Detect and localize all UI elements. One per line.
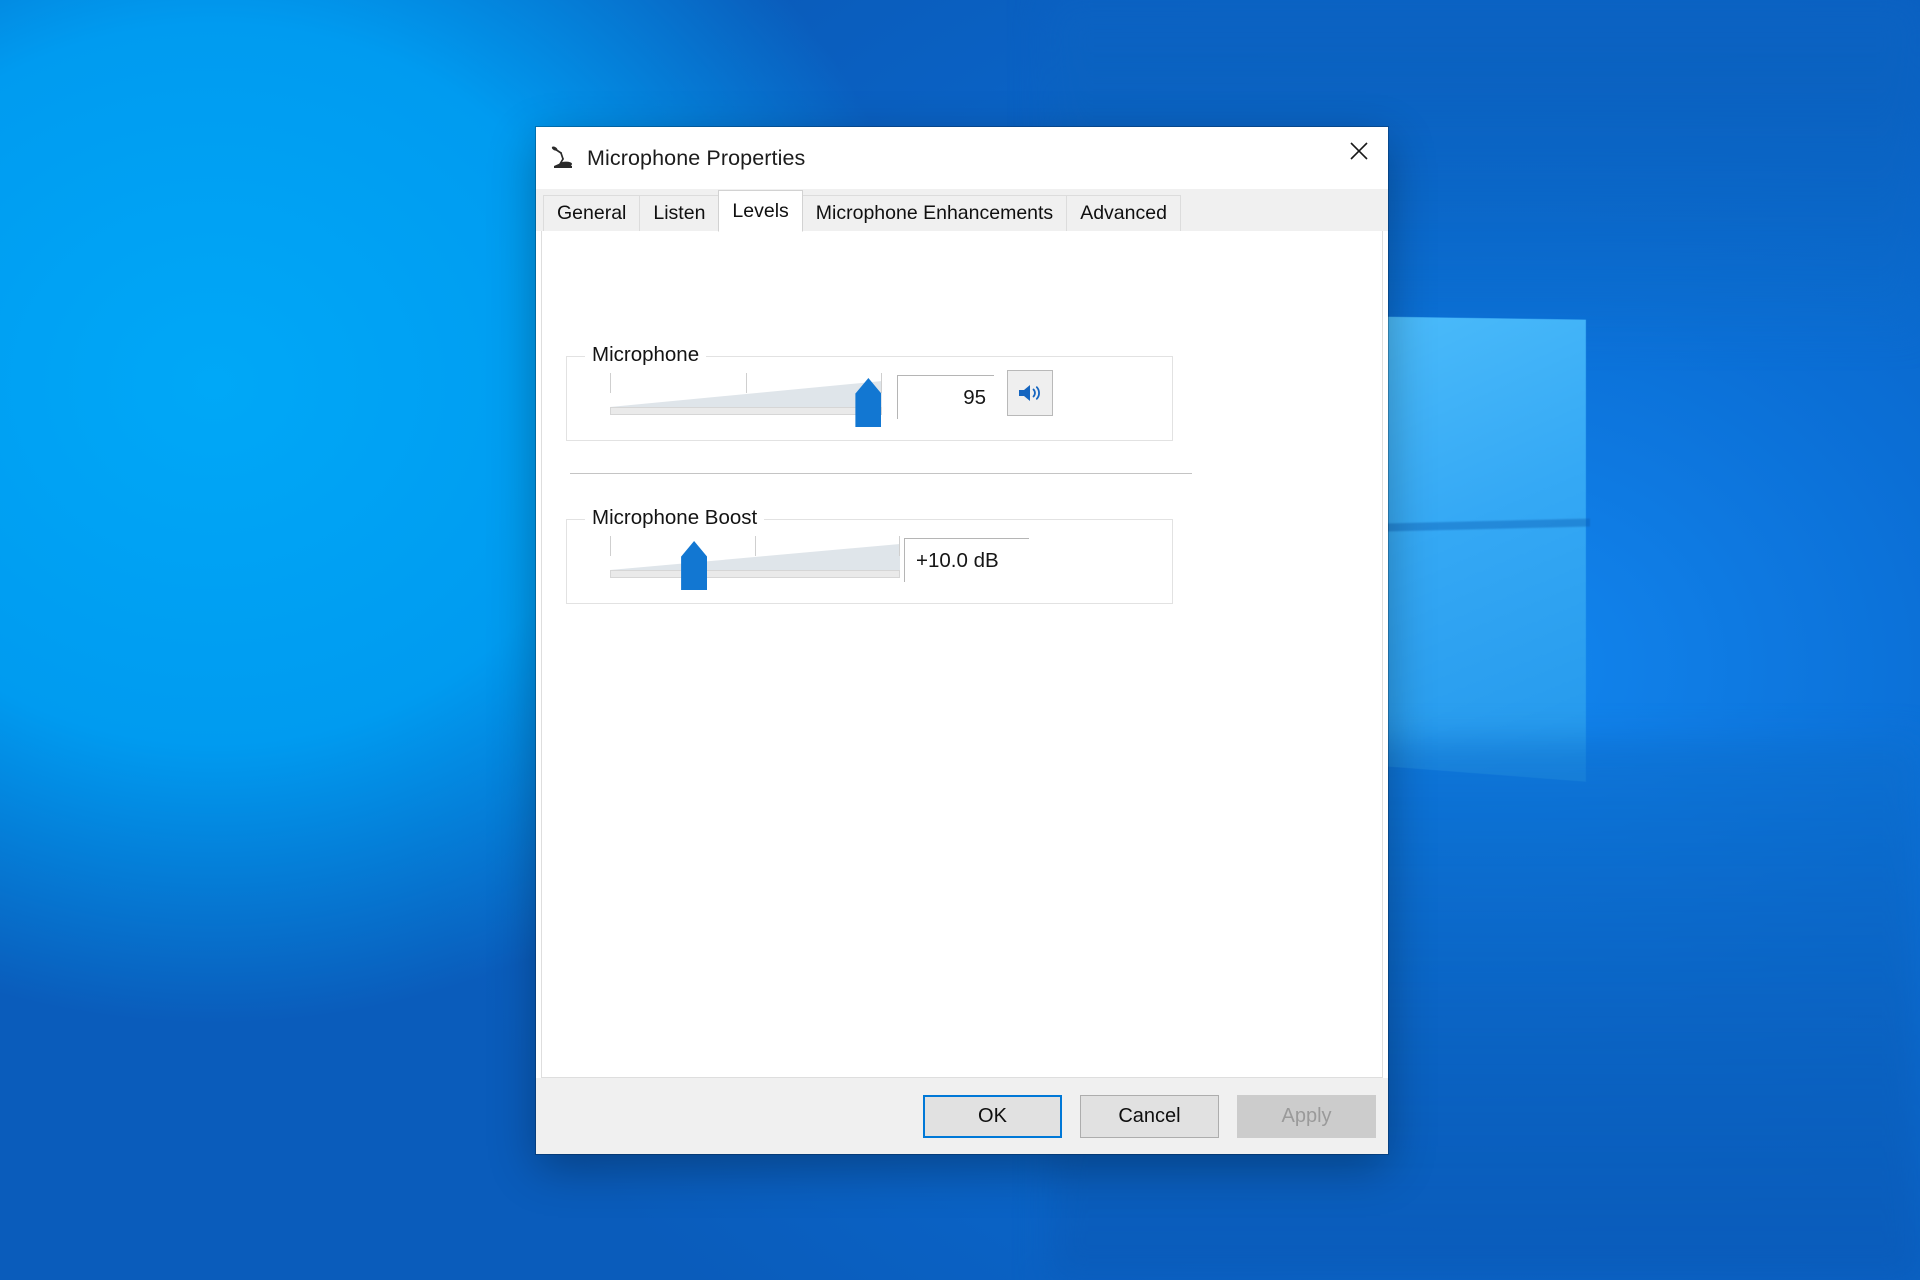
slider-tick-min xyxy=(610,536,611,556)
tab-label: General xyxy=(557,202,627,224)
slider-tick-mid xyxy=(746,373,747,393)
tab-advanced[interactable]: Advanced xyxy=(1066,195,1181,231)
window-title: Microphone Properties xyxy=(587,145,806,170)
microphone-properties-dialog: Microphone Properties General Listen Lev… xyxy=(536,127,1388,1154)
cancel-button[interactable]: Cancel xyxy=(1080,1094,1219,1138)
speaker-volume-icon[interactable] xyxy=(1007,370,1053,416)
apply-button: Apply xyxy=(1237,1094,1376,1138)
microphone-boost-slider[interactable] xyxy=(610,534,900,590)
microphone-boost-group-label: Microphone Boost xyxy=(585,506,765,530)
tab-strip: General Listen Levels Microphone Enhance… xyxy=(536,189,1388,232)
section-separator xyxy=(570,473,1192,474)
microphone-volume-slider[interactable] xyxy=(610,371,882,427)
slider-track[interactable] xyxy=(610,570,900,578)
tab-label: Levels xyxy=(732,199,789,222)
tab-microphone-enhancements[interactable]: Microphone Enhancements xyxy=(801,195,1068,231)
title-bar[interactable]: Microphone Properties xyxy=(536,127,1388,189)
slider-tick-max xyxy=(881,373,882,393)
tab-general[interactable]: General xyxy=(543,195,641,231)
ok-button[interactable]: OK xyxy=(923,1094,1062,1138)
microphone-icon xyxy=(550,145,576,171)
close-icon[interactable] xyxy=(1330,127,1388,174)
microphone-level-value[interactable]: 95 xyxy=(897,375,994,419)
apply-button-label: Apply xyxy=(1281,1104,1332,1127)
tab-label: Microphone Enhancements xyxy=(815,202,1054,224)
tab-label: Listen xyxy=(653,202,706,224)
microphone-group: Microphone 95 xyxy=(566,343,1173,441)
tab-content-levels: Microphone 95 Microphone Boost +10.0 dB xyxy=(541,231,1383,1078)
windows-logo-pane-right xyxy=(1362,316,1586,782)
dialog-footer: OK Cancel Apply xyxy=(536,1078,1388,1154)
microphone-boost-value[interactable]: +10.0 dB xyxy=(904,538,1029,582)
slider-tick-min xyxy=(610,373,611,393)
microphone-boost-group: Microphone Boost +10.0 dB xyxy=(566,506,1173,604)
cancel-button-label: Cancel xyxy=(1118,1104,1181,1127)
tab-label: Advanced xyxy=(1080,202,1167,224)
ok-button-label: OK xyxy=(978,1104,1007,1127)
tab-levels[interactable]: Levels xyxy=(718,190,803,232)
microphone-group-label: Microphone xyxy=(585,343,707,367)
slider-tick-mid xyxy=(755,536,756,556)
slider-tick-max xyxy=(899,536,900,556)
tab-listen[interactable]: Listen xyxy=(639,195,720,231)
slider-track[interactable] xyxy=(610,407,882,415)
